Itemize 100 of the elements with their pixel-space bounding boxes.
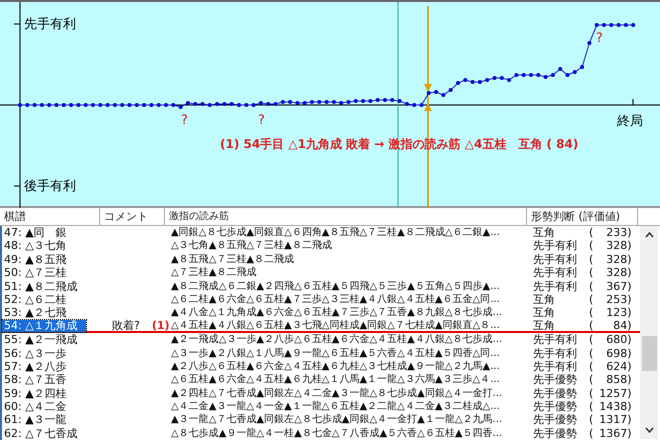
scroll-thumb[interactable] <box>642 336 656 371</box>
move-cell[interactable]: 49: ▲８五飛 <box>2 252 75 266</box>
line-cell: △６二桂▲６六金△６五桂▲７三歩△３三桂▲４八銀△４五桂▲６五金△同... <box>171 294 500 305</box>
value-cell-text: 1367 <box>598 426 628 440</box>
judgement-cell-text: 互角 <box>533 306 556 320</box>
move-cell[interactable]: 57: ▲２八歩 <box>2 360 75 374</box>
column-header[interactable]: 形勢判断 (評価値) <box>527 208 638 225</box>
paren-text: ) <box>627 413 632 427</box>
paren-text: ( <box>589 239 594 253</box>
line-cell: △３一歩▲２八銀△１八馬▲９一龍△６五桂▲５六香△４五桂▲５四香△同... <box>171 348 500 359</box>
line-cell: ▲２一飛成△３一歩▲２八歩△６五桂▲６六金△４五桂▲４八銀△８七歩成... <box>171 334 502 346</box>
paren-text: ) <box>627 400 632 414</box>
comment-text: 敗着? <box>112 320 140 332</box>
paren-text: ( <box>589 280 594 293</box>
value-cell-text: 253 <box>605 292 628 306</box>
paren-text: ( <box>589 400 594 414</box>
paren-text: ( <box>589 413 594 427</box>
line-cell: ▲２八歩△６五桂▲６六金△４五桂▲６九桂△３七桂成▲９一龍△２九馬▲... <box>171 360 500 372</box>
line-cell: △４二金▲３一龍△４一金▲１一龍△６五桂▲２二龍△４二金▲３二桂成△... <box>171 401 500 412</box>
question-mark: ? <box>596 31 603 46</box>
question-mark: ? <box>258 113 265 128</box>
judgement-cell-text: 互角 <box>533 292 556 306</box>
value-cell-text: 233 <box>605 226 628 240</box>
column-header[interactable]: 激指の読み筋 <box>165 208 527 225</box>
paren-text: ( <box>589 252 594 266</box>
comment-mark: (1) <box>152 320 170 332</box>
column-header[interactable]: 棋譜 <box>0 208 100 225</box>
move-cell[interactable]: 48: △３七角 <box>2 239 75 253</box>
line-cell: △４五桂▲４八銀△６五桂▲３七飛△同桂成▲同銀△７七桂成▲同銀直△８... <box>171 320 500 331</box>
scroll-up-icon[interactable] <box>644 232 654 238</box>
value-cell-text: 858 <box>605 373 628 387</box>
value-cell-text: 328 <box>605 239 628 253</box>
line-cell: ▲４八金△１九角成▲６六金△６五桂▲７三歩△７五香▲８九銀△８七歩成... <box>171 307 502 318</box>
move-cell[interactable]: 51: ▲８二飛成 <box>2 280 86 293</box>
scroll-down-icon[interactable] <box>644 427 654 433</box>
paren-text: ) <box>627 360 632 374</box>
upper-label: 先手有利 <box>24 16 76 33</box>
line-cell: △８七歩成▲９一龍△４一桂▲８七金△７八香成▲５六香△６五桂▲５四香... <box>171 428 502 439</box>
judgement-cell-text: 先手有利 <box>533 333 578 347</box>
move-cell[interactable]: 47: ▲同 銀 <box>2 226 75 240</box>
value-cell-text: 624 <box>605 360 628 374</box>
value-cell-text: 123 <box>605 306 628 320</box>
value-cell-text: 328 <box>605 266 628 280</box>
line-cell: ▲８二飛成△６二銀▲２四飛△６五桂▲５四飛△５三歩▲５五角△５四歩▲... <box>171 280 500 292</box>
move-cell[interactable]: 52: △６二桂 <box>2 292 75 306</box>
judgement-cell-text: 先手優勢 <box>533 386 578 400</box>
move-cell[interactable]: 60: △４二金 <box>2 400 75 414</box>
paren-text: ( <box>589 386 594 400</box>
paren-text: ) <box>627 266 632 280</box>
paren-text: ) <box>627 386 632 400</box>
move-cell[interactable]: 53: ▲２七飛 <box>2 306 75 320</box>
judgement-cell-text: 先手有利 <box>533 239 578 253</box>
paren-text: ( <box>589 373 594 387</box>
move-cell[interactable]: 61: ▲３一龍 <box>2 413 75 427</box>
end-label: 終局 <box>617 113 643 130</box>
value-cell-text: 84 <box>612 320 628 332</box>
lower-label: 後手有利 <box>24 178 76 195</box>
move-cell[interactable]: 55: ▲２一飛成 <box>2 333 86 347</box>
value-cell-text: 328 <box>605 252 628 266</box>
judgement-cell-text: 先手有利 <box>533 266 578 280</box>
paren-text: ) <box>627 320 632 332</box>
line-cell: △３七角▲８五飛△７三桂▲８二飛成 <box>171 240 332 252</box>
judgement-cell-text: 互角 <box>533 320 556 332</box>
judgement-cell-text: 先手優勢 <box>533 400 578 414</box>
judgement-cell-text: 先手優勢 <box>533 373 578 387</box>
move-cell[interactable]: 50: △７三桂 <box>2 266 75 280</box>
value-cell-text: 1257 <box>598 386 628 400</box>
scrollbar[interactable] <box>640 226 658 439</box>
paren-text: ) <box>627 346 632 360</box>
paren-text: ) <box>627 292 632 306</box>
paren-text: ( <box>589 292 594 306</box>
judgement-cell-text: 先手優勢 <box>533 426 578 440</box>
paren-text: ) <box>627 333 632 347</box>
move-cell[interactable]: 62: △７七香成 <box>2 426 86 440</box>
question-mark: ? <box>181 113 188 128</box>
paren-text: ( <box>589 226 594 240</box>
move-cell[interactable]: 54: △１九角成 <box>2 320 86 332</box>
judgement-cell-text: 先手有利 <box>533 280 578 293</box>
column-header[interactable]: コメント <box>100 208 165 225</box>
line-cell: △６五桂▲６六金△４五桂▲６九桂△１八馬▲１一龍△３六馬▲３三歩△４... <box>171 374 500 386</box>
paren-text: ( <box>589 360 594 374</box>
paren-text: ( <box>589 306 594 320</box>
move-cell[interactable]: 58: △７五香 <box>2 373 75 387</box>
move-cell[interactable]: 56: △３一歩 <box>2 346 75 360</box>
paren-text: ( <box>589 426 594 440</box>
paren-text: ) <box>627 306 632 320</box>
paren-text: ) <box>627 426 632 440</box>
paren-text: ) <box>627 280 632 293</box>
value-cell-text: 1438 <box>598 400 628 414</box>
paren-text: ) <box>627 373 632 387</box>
value-cell-text: 680 <box>605 333 628 347</box>
move-cell[interactable]: 59: ▲２四桂 <box>2 386 75 400</box>
line-cell: ▲同銀△８七歩成▲同銀直△６四角▲８五飛△７三桂▲８二飛成△６二銀▲... <box>171 227 500 238</box>
paren-text: ( <box>589 346 594 360</box>
paren-text: ) <box>627 226 632 240</box>
value-cell-text: 367 <box>605 280 628 293</box>
judgement-cell-text: 先手有利 <box>533 346 578 360</box>
value-cell-text: 698 <box>605 346 628 360</box>
value-cell-text: 1317 <box>598 413 628 427</box>
judgement-cell-text: 先手有利 <box>533 360 578 374</box>
